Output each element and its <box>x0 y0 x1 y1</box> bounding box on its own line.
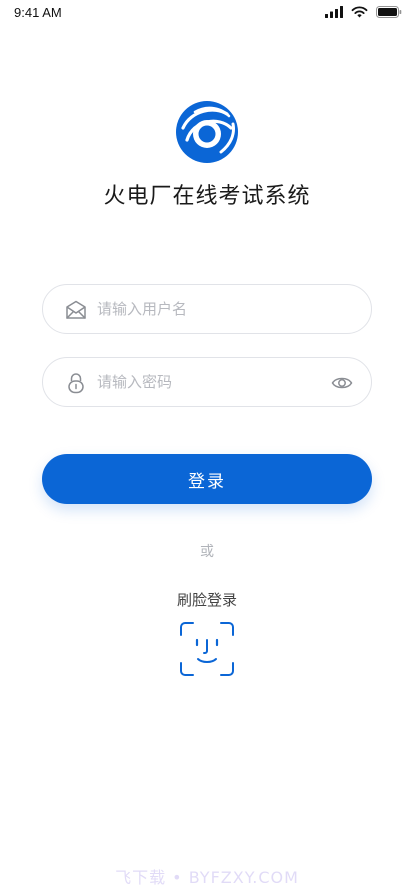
status-bar: 9:41 AM <box>0 0 414 28</box>
username-input[interactable] <box>97 285 327 333</box>
app-logo-icon <box>176 101 238 163</box>
password-visibility-toggle[interactable] <box>331 372 353 394</box>
eye-icon <box>331 377 353 389</box>
wifi-icon <box>351 6 368 18</box>
login-button[interactable]: 登录 <box>42 454 372 504</box>
face-id-icon[interactable] <box>179 621 235 677</box>
envelope-icon <box>66 300 86 319</box>
or-divider-text: 或 <box>200 544 214 560</box>
watermark-text: 飞下载 • BYFZXY.COM <box>115 868 299 887</box>
signal-icon <box>325 6 343 18</box>
app-title: 火电厂在线考试系统 <box>103 184 311 209</box>
face-login-link[interactable]: 刷脸登录 <box>0 589 414 610</box>
lock-icon <box>68 373 84 394</box>
password-field[interactable] <box>42 357 372 407</box>
username-field[interactable] <box>42 284 372 334</box>
status-time: 9:41 AM <box>14 5 62 20</box>
status-icons <box>325 6 402 18</box>
battery-icon <box>376 6 402 18</box>
password-input[interactable] <box>97 358 327 406</box>
